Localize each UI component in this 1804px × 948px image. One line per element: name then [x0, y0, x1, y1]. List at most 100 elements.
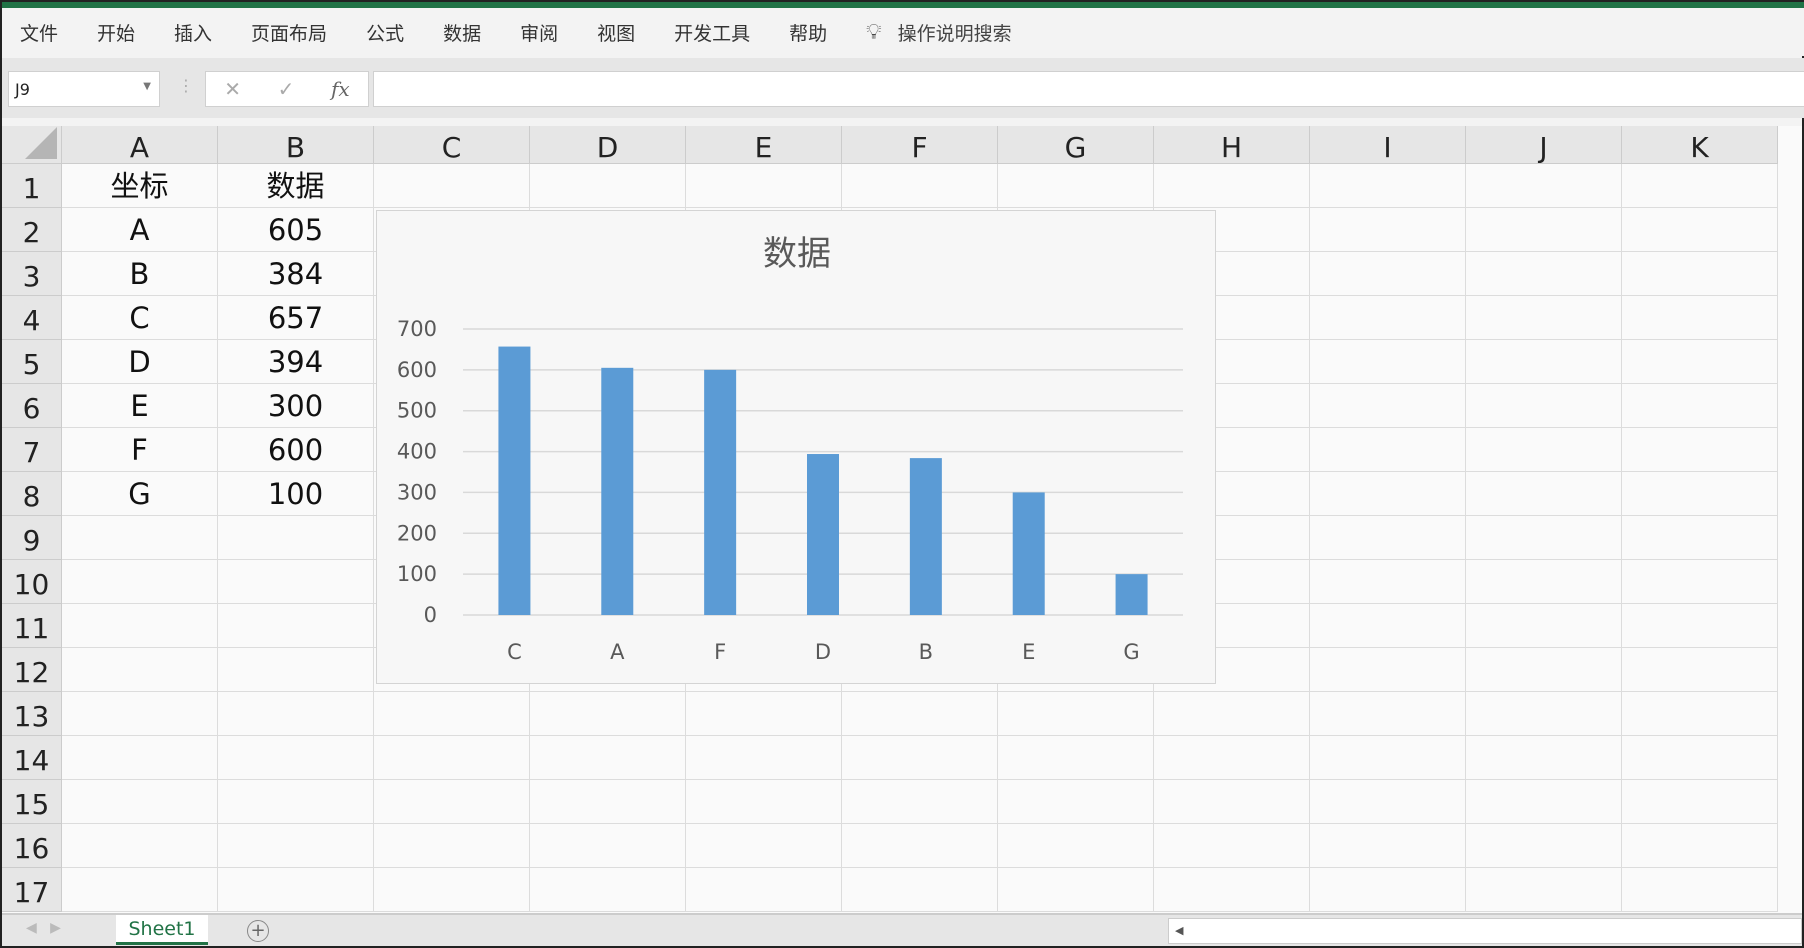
cell-E1[interactable]	[686, 164, 842, 208]
cell-J11[interactable]	[1466, 604, 1622, 648]
cell-I8[interactable]	[1310, 472, 1466, 516]
row-header-10[interactable]: 10	[2, 560, 62, 604]
cell-C17[interactable]	[374, 868, 530, 912]
drag-handle-icon[interactable]: ⋮	[178, 76, 194, 95]
ribbon-tab[interactable]: 文件	[20, 19, 58, 46]
cell-J16[interactable]	[1466, 824, 1622, 868]
row-header-12[interactable]: 12	[2, 648, 62, 692]
cell-A13[interactable]	[62, 692, 218, 736]
cell-B2[interactable]: 605	[218, 208, 374, 252]
cell-F1[interactable]	[842, 164, 998, 208]
cell-B16[interactable]	[218, 824, 374, 868]
row-header-2[interactable]: 2	[2, 208, 62, 252]
bar-G[interactable]	[1115, 574, 1148, 615]
cell-B7[interactable]: 600	[218, 428, 374, 472]
cell-I10[interactable]	[1310, 560, 1466, 604]
cell-B11[interactable]	[218, 604, 374, 648]
cell-K15[interactable]	[1622, 780, 1778, 824]
cell-J10[interactable]	[1466, 560, 1622, 604]
cell-B4[interactable]: 657	[218, 296, 374, 340]
cell-J9[interactable]	[1466, 516, 1622, 560]
cell-J3[interactable]	[1466, 252, 1622, 296]
cell-D14[interactable]	[530, 736, 686, 780]
cell-B3[interactable]: 384	[218, 252, 374, 296]
cell-K5[interactable]	[1622, 340, 1778, 384]
column-header-B[interactable]: B	[218, 126, 374, 164]
cell-H14[interactable]	[1154, 736, 1310, 780]
cell-B13[interactable]	[218, 692, 374, 736]
enter-icon[interactable]: ✓	[278, 77, 295, 101]
cell-F15[interactable]	[842, 780, 998, 824]
cell-J6[interactable]	[1466, 384, 1622, 428]
cell-G17[interactable]	[998, 868, 1154, 912]
cell-A3[interactable]: B	[62, 252, 218, 296]
cell-I14[interactable]	[1310, 736, 1466, 780]
ribbon-tab[interactable]: 开始	[97, 19, 135, 46]
column-header-F[interactable]: F	[842, 126, 998, 164]
ribbon-tab[interactable]: 视图	[597, 19, 635, 46]
cell-K2[interactable]	[1622, 208, 1778, 252]
ribbon-tab[interactable]: 帮助	[789, 19, 827, 46]
column-header-C[interactable]: C	[374, 126, 530, 164]
cell-I9[interactable]	[1310, 516, 1466, 560]
cell-A9[interactable]	[62, 516, 218, 560]
cell-K13[interactable]	[1622, 692, 1778, 736]
cell-B14[interactable]	[218, 736, 374, 780]
cell-K17[interactable]	[1622, 868, 1778, 912]
cell-A10[interactable]	[62, 560, 218, 604]
column-header-D[interactable]: D	[530, 126, 686, 164]
cell-H13[interactable]	[1154, 692, 1310, 736]
row-header-1[interactable]: 1	[2, 164, 62, 208]
column-header-A[interactable]: A	[62, 126, 218, 164]
ribbon-tab[interactable]: 公式	[366, 19, 404, 46]
column-header-E[interactable]: E	[686, 126, 842, 164]
cell-E16[interactable]	[686, 824, 842, 868]
cell-B10[interactable]	[218, 560, 374, 604]
cell-A15[interactable]	[62, 780, 218, 824]
cell-J14[interactable]	[1466, 736, 1622, 780]
cell-B6[interactable]: 300	[218, 384, 374, 428]
cell-I6[interactable]	[1310, 384, 1466, 428]
cell-G14[interactable]	[998, 736, 1154, 780]
cell-E15[interactable]	[686, 780, 842, 824]
cell-J5[interactable]	[1466, 340, 1622, 384]
cell-F14[interactable]	[842, 736, 998, 780]
row-header-16[interactable]: 16	[2, 824, 62, 868]
cell-D16[interactable]	[530, 824, 686, 868]
cell-I7[interactable]	[1310, 428, 1466, 472]
bar-E[interactable]	[1012, 492, 1045, 615]
ribbon-tab[interactable]: 插入	[174, 19, 212, 46]
cell-K7[interactable]	[1622, 428, 1778, 472]
row-header-6[interactable]: 6	[2, 384, 62, 428]
cell-A1[interactable]: 坐标	[62, 164, 218, 208]
cell-I4[interactable]	[1310, 296, 1466, 340]
cell-I3[interactable]	[1310, 252, 1466, 296]
sheet-tab-sheet1[interactable]: Sheet1	[116, 915, 208, 945]
cell-A12[interactable]	[62, 648, 218, 692]
row-header-4[interactable]: 4	[2, 296, 62, 340]
cell-J8[interactable]	[1466, 472, 1622, 516]
cell-F17[interactable]	[842, 868, 998, 912]
cell-F13[interactable]	[842, 692, 998, 736]
cell-G1[interactable]	[998, 164, 1154, 208]
cell-B1[interactable]: 数据	[218, 164, 374, 208]
cell-A8[interactable]: G	[62, 472, 218, 516]
insert-function-icon[interactable]: fx	[331, 77, 350, 101]
cell-K1[interactable]	[1622, 164, 1778, 208]
cell-A4[interactable]: C	[62, 296, 218, 340]
cell-I1[interactable]	[1310, 164, 1466, 208]
cell-D1[interactable]	[530, 164, 686, 208]
row-header-14[interactable]: 14	[2, 736, 62, 780]
bar-A[interactable]	[601, 367, 634, 615]
cell-D13[interactable]	[530, 692, 686, 736]
select-all-button[interactable]	[2, 126, 62, 164]
cell-A14[interactable]	[62, 736, 218, 780]
cell-C13[interactable]	[374, 692, 530, 736]
cell-A5[interactable]: D	[62, 340, 218, 384]
cell-J15[interactable]	[1466, 780, 1622, 824]
cell-K8[interactable]	[1622, 472, 1778, 516]
cell-D17[interactable]	[530, 868, 686, 912]
column-header-I[interactable]: I	[1310, 126, 1466, 164]
cell-I5[interactable]	[1310, 340, 1466, 384]
cell-B15[interactable]	[218, 780, 374, 824]
